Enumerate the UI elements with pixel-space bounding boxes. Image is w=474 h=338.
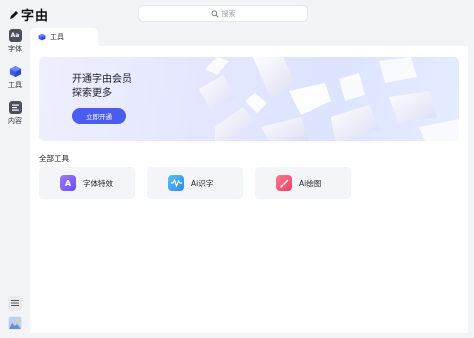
search-input[interactable]: 搜索 [138, 5, 308, 22]
tool-card-label: Ai绘图 [299, 178, 322, 188]
section-title-tools: 全部工具 [39, 154, 69, 163]
avatar[interactable] [8, 316, 22, 330]
tab-label: 工具 [50, 33, 64, 41]
tool-card-ai-drawing[interactable]: Ai绘图 [255, 167, 351, 199]
main-panel: 工具 开通字由会员 探索更多 立即开通 全部工具 A 字体特效 Ai识字 Ai绘… [30, 28, 468, 333]
sidebar-item-label: 内容 [8, 117, 22, 125]
tool-card-label: Ai识字 [191, 178, 214, 188]
banner-title-line2: 探索更多 [72, 88, 112, 99]
cube-icon [38, 33, 46, 41]
sidebar-item-label: 工具 [8, 81, 22, 89]
tool-card-label: 字体特效 [83, 178, 113, 188]
banner-title: 开通字由会员 探索更多 [72, 73, 162, 101]
cube-icon [9, 65, 21, 78]
brush-icon [276, 175, 292, 191]
tool-card-ai-recognition[interactable]: Ai识字 [147, 167, 243, 199]
menu-icon [11, 300, 19, 306]
upgrade-button[interactable]: 立即开通 [72, 108, 126, 124]
membership-banner[interactable]: 开通字由会员 探索更多 立即开通 [39, 57, 459, 141]
font-effect-icon: A [60, 175, 76, 191]
waveform-icon [168, 175, 184, 191]
font-icon: Aa [8, 29, 22, 42]
sidebar: Aa 字体 工具 内容 [0, 28, 30, 338]
tool-card-font-effects[interactable]: A 字体特效 [39, 167, 135, 199]
search-icon [210, 9, 219, 18]
avatar-icon [9, 317, 21, 329]
top-bar: 字由 搜索 [0, 0, 474, 28]
content-icon [8, 101, 22, 114]
tab-bar: 工具 [30, 28, 468, 46]
search-placeholder: 搜索 [221, 9, 236, 18]
app-logo[interactable]: 字由 [9, 5, 49, 24]
menu-button[interactable] [8, 296, 22, 310]
pen-icon [10, 10, 18, 19]
sidebar-item-tools[interactable]: 工具 [0, 65, 30, 90]
sidebar-item-content[interactable]: 内容 [0, 101, 30, 126]
sidebar-item-fonts[interactable]: Aa 字体 [0, 29, 30, 54]
sidebar-item-label: 字体 [8, 45, 22, 53]
banner-title-line1: 开通字由会员 [72, 74, 132, 85]
tab-tools[interactable]: 工具 [30, 28, 98, 46]
app-logo-text: 字由 [21, 9, 50, 24]
